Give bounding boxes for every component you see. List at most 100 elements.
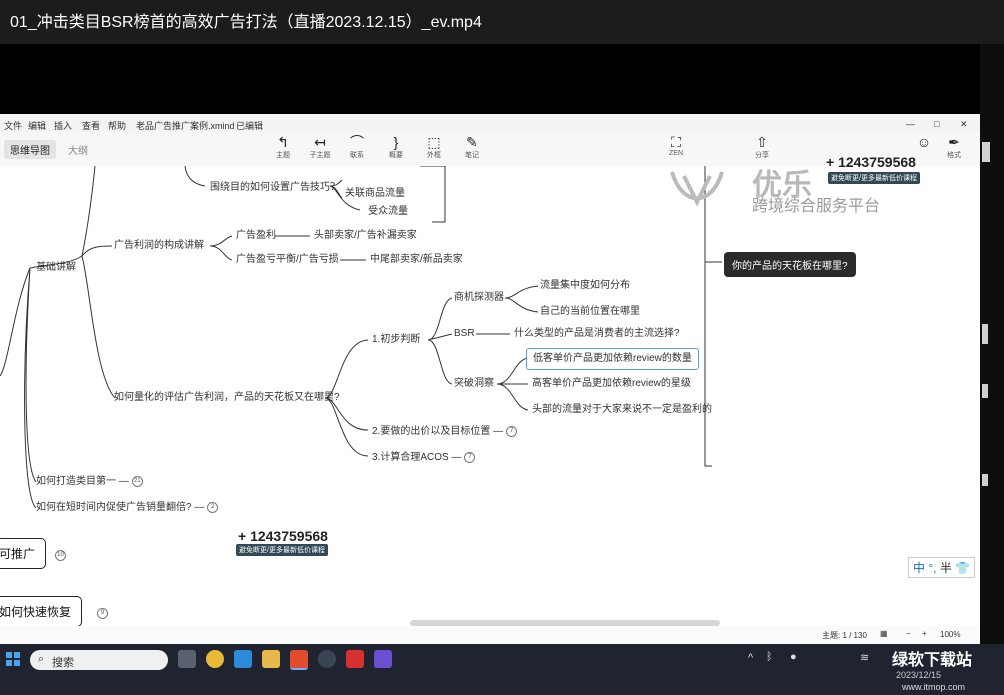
monitor-icon[interactable] <box>234 650 252 668</box>
connector-line <box>184 166 206 187</box>
node-related-traffic[interactable]: 关联商品流量 <box>345 188 405 200</box>
subtopic-icon: ↤ <box>314 134 326 150</box>
video-title: 01_冲击类目BSR榜首的高效广告打法（直播2023.12.15）_ev.mp4 <box>10 14 482 31</box>
media-app-icon[interactable] <box>374 650 392 668</box>
maximize-button[interactable]: □ <box>934 119 939 129</box>
node-ad-profit[interactable]: 广告盈利 <box>236 230 276 242</box>
menu-file[interactable]: 文件 <box>4 119 22 132</box>
watermark-logo-icon <box>662 162 732 212</box>
xmind-window: 文件 编辑 插入 查看 帮助 老品广告推广案例.xmind 已编辑 — □ ✕ … <box>0 114 980 644</box>
subtopic-label: 子主题 <box>309 152 331 159</box>
letterbox-band <box>0 44 1004 114</box>
node-quantify[interactable]: 如何量化的评估广告利润，产品的天花板又在哪里? <box>114 392 340 404</box>
subtopic-button[interactable]: ↤ 子主题 <box>300 134 340 160</box>
node-breakthrough[interactable]: 突破洞察 <box>454 378 494 390</box>
tab-mindmap[interactable]: 思维导图 <box>4 140 56 159</box>
node-acos-label: 3.计算合理ACOS <box>372 452 449 464</box>
node-audience[interactable]: 受众流量 <box>368 206 408 218</box>
collapsed-count-badge[interactable]: 10 <box>55 550 66 561</box>
boundary-label: 外框 <box>427 152 441 159</box>
wifi-icon[interactable]: ≋ <box>860 651 869 664</box>
node-ceiling-summary[interactable]: 你的产品的天花板在哪里? <box>724 252 856 277</box>
node-bid-target-label: 2.要做的出价以及目标位置 <box>372 426 491 438</box>
node-promote[interactable]: 可推广 <box>0 538 47 569</box>
close-button[interactable]: ✕ <box>960 119 968 130</box>
node-own-position[interactable]: 自己的当前位置在哪里 <box>540 306 640 318</box>
edit-status: 已编辑 <box>236 121 264 131</box>
connector-line <box>496 357 529 411</box>
site-watermark-url: www.itmop.com <box>902 682 966 692</box>
folder-icon[interactable] <box>262 650 280 668</box>
minimize-button[interactable]: — <box>906 119 915 129</box>
notes-button[interactable]: ✎ 笔记 <box>452 134 492 160</box>
node-low-price-selected[interactable]: 低客单价产品更加依赖review的数量 <box>526 348 699 370</box>
file-name: 老品广告推广案例.xmind <box>136 121 235 131</box>
zen-button[interactable]: ⛶ ZEN <box>656 134 696 157</box>
collapsed-count-badge[interactable]: 21 <box>131 476 143 487</box>
node-bsr-question[interactable]: 什么类型的产品是消费者的主流选择? <box>514 328 680 340</box>
mindmap-canvas[interactable]: 围绕目的如何设置广告技巧？ 关联商品流量 受众流量 基础讲解 广告利润的构成讲解… <box>0 154 980 627</box>
node-recover[interactable]: 如何快速恢复 <box>0 596 83 627</box>
boundary-icon: ⬚ <box>427 134 441 150</box>
tray-chevron-icon[interactable]: ^ <box>748 652 753 664</box>
node-head-seller[interactable]: 头部卖家/广告补漏卖家 <box>314 230 417 242</box>
connector-line <box>427 297 453 385</box>
boundary-button[interactable]: ⬚ 外框 <box>414 134 454 160</box>
node-opp-explorer[interactable]: 商机探测器 <box>454 292 504 304</box>
zoom-level[interactable]: 100% <box>940 630 960 639</box>
video-title-bar: 01_冲击类目BSR榜首的高效广告打法（直播2023.12.15）_ev.mp4 <box>0 0 1004 44</box>
tab-outline[interactable]: 大纲 <box>62 140 94 159</box>
node-head-flow[interactable]: 头部的流量对于大家来说不一定是盈利的 <box>532 404 712 416</box>
menu-help[interactable]: 帮助 <box>108 119 126 132</box>
connector-line <box>24 267 37 509</box>
microphone-icon[interactable]: ● <box>790 651 797 663</box>
summary-button[interactable]: } 概要 <box>376 134 416 160</box>
clock-app-icon[interactable] <box>318 650 336 668</box>
zoom-in-button[interactable]: + <box>922 629 927 638</box>
wps-icon[interactable] <box>346 650 364 668</box>
menu-insert[interactable]: 插入 <box>54 119 72 132</box>
node-ad-breakeven[interactable]: 广告盈亏平衡/广告亏损 <box>236 254 339 266</box>
bluetooth-icon[interactable]: ᛒ <box>766 651 773 663</box>
watermark-subtitle: 跨境综合服务平台 <box>752 198 881 215</box>
side-panel-strip <box>980 44 1004 644</box>
format-icon: ✒ <box>948 134 960 150</box>
node-acos[interactable]: 3.计算合理ACOS —7 <box>372 452 476 464</box>
node-target-tips[interactable]: 围绕目的如何设置广告技巧？ <box>210 182 340 194</box>
node-bsr[interactable]: BSR <box>454 328 475 340</box>
share-button[interactable]: ⇧ 分享 <box>742 134 782 160</box>
windows-start-icon[interactable] <box>6 652 20 666</box>
collapsed-count-badge[interactable]: 7 <box>464 452 476 463</box>
topic-button[interactable]: ↰ 主题 <box>263 134 303 160</box>
notes-icon: ✎ <box>466 134 478 150</box>
xmind-icon[interactable] <box>290 650 308 670</box>
zoom-out-button[interactable]: − <box>906 629 911 638</box>
collapsed-count-badge[interactable]: 2 <box>207 502 219 513</box>
clock-date[interactable]: 2023/12/15 <box>896 670 941 680</box>
task-view-icon[interactable] <box>178 650 196 668</box>
node-first-judge[interactable]: 1.初步判断 <box>372 334 420 346</box>
zen-icon: ⛶ <box>671 134 681 150</box>
status-bar: 主题: 1 / 130 ▦ − + 100% <box>0 626 980 644</box>
taskbar-search[interactable]: ⌕ 搜索 <box>30 650 168 670</box>
menu-view[interactable]: 查看 <box>82 119 100 132</box>
node-mid-seller[interactable]: 中尾部卖家/新品卖家 <box>370 254 463 266</box>
menu-edit[interactable]: 编辑 <box>28 119 46 132</box>
node-boost-sales[interactable]: 如何在短时间内促使广告销量翻倍? —2 <box>36 502 219 514</box>
chrome-icon[interactable] <box>206 650 224 668</box>
node-bid-target[interactable]: 2.要做的出价以及目标位置 —7 <box>372 426 518 438</box>
format-button[interactable]: ✒ 格式 <box>934 134 974 160</box>
topic-icon: ↰ <box>277 134 289 150</box>
node-basic[interactable]: 基础讲解 <box>36 262 76 274</box>
node-category-first[interactable]: 如何打造类目第一 —21 <box>36 476 143 488</box>
relationship-button[interactable]: ⌒ 联系 <box>337 134 377 160</box>
node-flow-focus[interactable]: 流量集中度如何分布 <box>540 280 630 292</box>
collapsed-count-badge[interactable]: 7 <box>506 426 518 437</box>
collapsed-count-badge[interactable]: 9 <box>97 608 108 619</box>
map-icon[interactable]: ▦ <box>880 629 888 638</box>
node-profit-comp[interactable]: 广告利润的构成讲解 <box>114 240 204 252</box>
ime-indicator[interactable]: 中 °, 半 👕 <box>908 557 976 578</box>
contact-note-top: 避免断更/更多最新低价课程 <box>828 172 920 184</box>
share-label: 分享 <box>755 152 769 159</box>
node-high-price[interactable]: 高客单价产品更加依赖review的星级 <box>532 378 691 390</box>
